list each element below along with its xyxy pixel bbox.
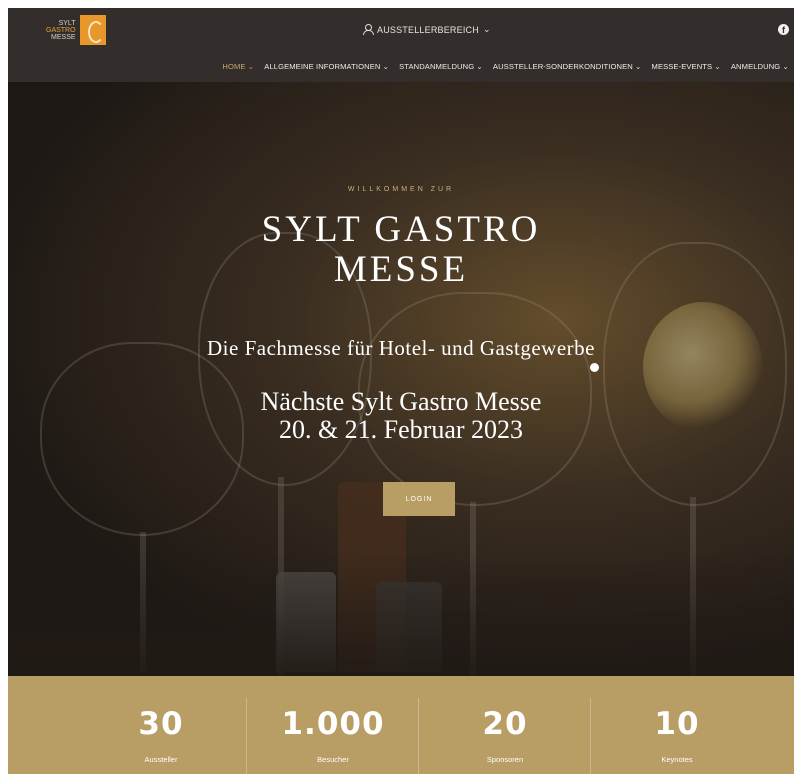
stat-label: Besucher [317,755,349,764]
hero-welcome: WILLKOMMEN ZUR [347,186,455,193]
chevron-down-icon: ⌄ [482,24,491,34]
hero-title: SYLT GASTRO MESSE [8,210,794,290]
hero-title-line-1: SYLT GASTRO [261,209,541,250]
logo-line-2: GASTRO [46,26,76,34]
stat-number: 1.000 [281,706,385,742]
stat-item: 1.000 Besucher [248,676,418,774]
facebook-icon[interactable]: f [778,24,789,35]
slider-dot-icon[interactable] [590,363,599,372]
page-frame: SYLT GASTRO MESSE AUSSTELLERBEREICH ⌄ f … [8,8,794,774]
logo-text: SYLT GASTRO MESSE [46,20,76,41]
stat-label: Aussteller [144,755,178,764]
stat-label: Sponsoren [486,755,524,764]
aussteller-bereich-label: AUSSTELLERBEREICH [377,24,479,35]
nav-items: HOME ⌄ ALLGEMEINE INFORMATIONEN ⌄ STANDA… [217,62,794,71]
login-button[interactable]: LOGIN [383,482,455,516]
top-bar: SYLT GASTRO MESSE AUSSTELLERBEREICH ⌄ f [8,8,794,56]
logo-mark-icon [79,15,106,45]
nav-item-allgemeine-informationen[interactable]: ALLGEMEINE INFORMATIONEN ⌄ [259,62,394,71]
hero-subtitle: Die Fachmesse für Hotel- und Gastgewerbe [207,336,595,360]
stat-number: 30 [138,706,184,742]
main-nav: HOME ⌄ ALLGEMEINE INFORMATIONEN ⌄ STANDA… [8,56,794,82]
stat-number: 10 [654,706,700,742]
stat-divider [590,698,591,774]
stat-item: 20 Sponsoren [420,676,590,774]
next-fair-date: 20. & 21. Februar 2023 [278,415,524,444]
nav-item-messe-events[interactable]: MESSE-EVENTS ⌄ [647,62,726,71]
hero-title-line-2: MESSE [333,249,469,290]
hero-section: WILLKOMMEN ZUR SYLT GASTRO MESSE Die Fac… [8,82,794,676]
aussteller-bereich-link[interactable]: AUSSTELLERBEREICH ⌄ [363,24,491,35]
stats-bar: 30 Aussteller 1.000 Besucher 20 Sponsore… [8,676,794,774]
nav-item-home[interactable]: HOME ⌄ [217,62,259,71]
stat-item: 30 Aussteller [76,676,246,774]
stat-item: 10 Keynotes [592,676,762,774]
logo-line-3: MESSE [51,33,76,41]
nav-item-anmeldung[interactable]: ANMELDUNG ⌄ [726,62,794,71]
logo-line-1: SYLT [58,19,76,27]
stat-divider [418,698,419,774]
stat-number: 20 [482,706,528,742]
next-fair-line-1: Nächste Sylt Gastro Messe [260,387,542,416]
stat-label: Keynotes [661,755,693,764]
hero-overlay [8,82,794,676]
user-icon [363,24,374,35]
nav-item-standanmeldung[interactable]: STANDANMELDUNG ⌄ [394,62,488,71]
stat-divider [246,698,247,774]
site-logo[interactable]: SYLT GASTRO MESSE [46,14,112,46]
nav-item-aussteller-sonderkonditionen[interactable]: AUSSTELLER-SONDERKONDITIONEN ⌄ [488,62,647,71]
next-fair-info: Nächste Sylt Gastro Messe 20. & 21. Febr… [8,388,794,444]
